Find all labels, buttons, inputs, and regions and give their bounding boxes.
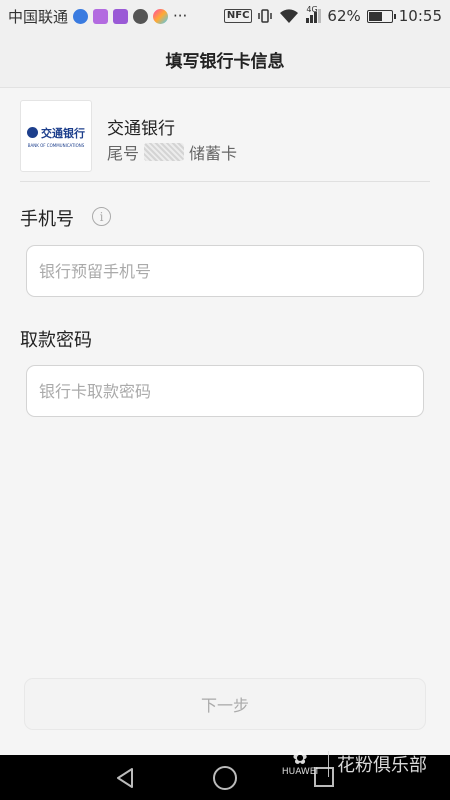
bank-emblem-icon [27,127,38,138]
clock: 10:55 [398,7,442,25]
watermark: ✿ HUAWEI 花粉俱乐部 [280,750,427,777]
bank-logo-english: BANK OF COMMUNICATIONS [27,142,85,148]
home-icon[interactable] [213,766,237,790]
vibrate-icon [258,9,273,23]
status-bar-right: NFC 4G 62% 10:55 [223,5,442,25]
bank-logo-text: 交通银行 [41,126,85,140]
battery-percent: 62% [327,7,361,25]
status-bar: 中国联通 ··· NFC 4G 62% 10:55 [0,0,450,32]
bank-logo: 交通银行 BANK OF COMMUNICATIONS [20,100,92,172]
card-info: 尾号 储蓄卡 [107,140,237,164]
club-text: 花粉俱乐部 [328,750,427,777]
back-icon[interactable] [114,767,136,789]
carrier-name: 中国联通 [8,7,69,26]
title-bar: 填写银行卡信息 [0,32,450,88]
card-number-mask [144,143,185,161]
status-bar-left: 中国联通 ··· [8,6,187,27]
battery-icon [366,9,396,23]
app-notification-icon [73,8,89,24]
message-notification-icon [113,8,129,24]
phone-input[interactable] [26,245,424,297]
signal-icon: 4G [306,5,322,23]
huawei-flower-icon: ✿ [292,748,308,769]
photos-notification-icon [153,8,169,24]
next-step-button[interactable]: 下一步 [24,678,426,730]
battery-fill [368,11,382,21]
nfc-icon: NFC [223,9,253,23]
card-type: 储蓄卡 [189,144,238,163]
password-label: 取款密码 [20,330,92,351]
bank-card-row: 交通银行 BANK OF COMMUNICATIONS 交通银行 尾号 储蓄卡 [20,100,430,182]
info-icon[interactable]: i [92,207,111,226]
gallery-notification-icon [93,8,109,24]
phone-label: 手机号 [20,209,74,230]
password-input[interactable] [26,365,424,417]
page-title: 填写银行卡信息 [165,52,285,72]
huawei-brand-text: HUAWEI [281,767,319,777]
browser-notification-icon [133,8,149,24]
huawei-logo: ✿ HUAWEI [280,750,320,777]
bank-name: 交通银行 [107,119,175,139]
network-type-label: 4G [306,5,318,14]
card-tail-label: 尾号 [107,144,140,163]
wifi-icon [280,9,299,23]
more-notifications-icon: ··· [173,7,188,25]
